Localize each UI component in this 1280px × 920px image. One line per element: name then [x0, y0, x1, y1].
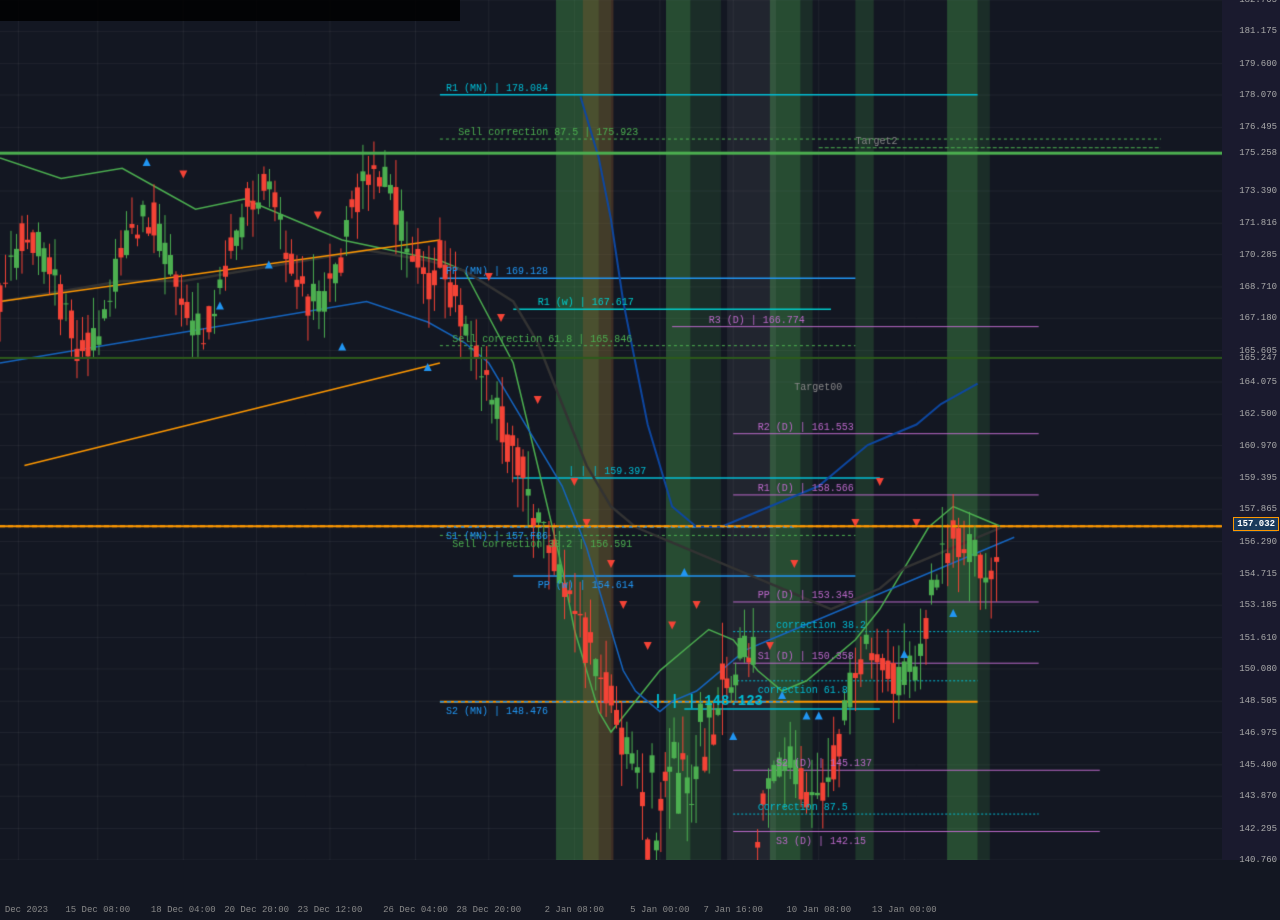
price-label: 157.865: [1239, 504, 1277, 514]
price-label: 170.285: [1239, 250, 1277, 260]
price-label: 145.400: [1239, 760, 1277, 770]
time-label: 5 Jan 00:00: [630, 905, 689, 915]
price-label: 162.500: [1239, 409, 1277, 419]
price-label: 143.870: [1239, 791, 1277, 801]
time-label: 26 Dec 04:00: [383, 905, 448, 915]
price-label: 182.705: [1239, 0, 1277, 5]
price-label: 148.505: [1239, 696, 1277, 706]
info-panel: [0, 0, 460, 21]
price-label: 179.600: [1239, 59, 1277, 69]
time-label: 13 Jan 00:00: [872, 905, 937, 915]
current-price-label: 157.032: [1233, 517, 1279, 531]
price-label: 173.390: [1239, 186, 1277, 196]
price-label: 164.075: [1239, 377, 1277, 387]
time-label: 23 Dec 12:00: [298, 905, 363, 915]
price-label: 181.175: [1239, 26, 1277, 36]
price-label: 142.295: [1239, 824, 1277, 834]
price-label: 153.185: [1239, 600, 1277, 610]
price-label: 159.395: [1239, 473, 1277, 483]
time-label: 28 Dec 20:00: [456, 905, 521, 915]
price-label: 160.970: [1239, 441, 1277, 451]
time-label: 2 Jan 08:00: [545, 905, 604, 915]
time-label: 20 Dec 20:00: [224, 905, 289, 915]
chart-area: [0, 0, 1222, 860]
price-label: 150.080: [1239, 664, 1277, 674]
chart-title: [5, 3, 455, 18]
time-label: 10 Jan 08:00: [786, 905, 851, 915]
chart-container: 182.705 181.175 179.600 178.070 176.495 175.2…: [0, 0, 1280, 920]
price-scale: 182.705 181.175 179.600 178.070 176.495 175.2…: [1222, 0, 1280, 860]
time-label: 12 Dec 2023: [0, 905, 48, 915]
price-label: 171.816: [1239, 218, 1277, 228]
price-label: 154.715: [1239, 569, 1277, 579]
price-label: 140.760: [1239, 855, 1277, 865]
price-label: 151.610: [1239, 633, 1277, 643]
time-label: 15 Dec 08:00: [65, 905, 130, 915]
price-label: 178.070: [1239, 90, 1277, 100]
price-label: 176.495: [1239, 122, 1277, 132]
time-scale: 12 Dec 2023 15 Dec 08:00 18 Dec 04:00 20 De…: [0, 860, 1222, 920]
price-label: 156.290: [1239, 537, 1277, 547]
price-label: 168.710: [1239, 282, 1277, 292]
price-label: 146.975: [1239, 728, 1277, 738]
price-label: 175.258: [1239, 148, 1277, 158]
price-label: 165.247: [1239, 353, 1277, 363]
main-chart-canvas: [0, 0, 1222, 860]
time-label: 7 Jan 16:00: [703, 905, 762, 915]
price-label: 167.180: [1239, 313, 1277, 323]
time-label: 18 Dec 04:00: [151, 905, 216, 915]
